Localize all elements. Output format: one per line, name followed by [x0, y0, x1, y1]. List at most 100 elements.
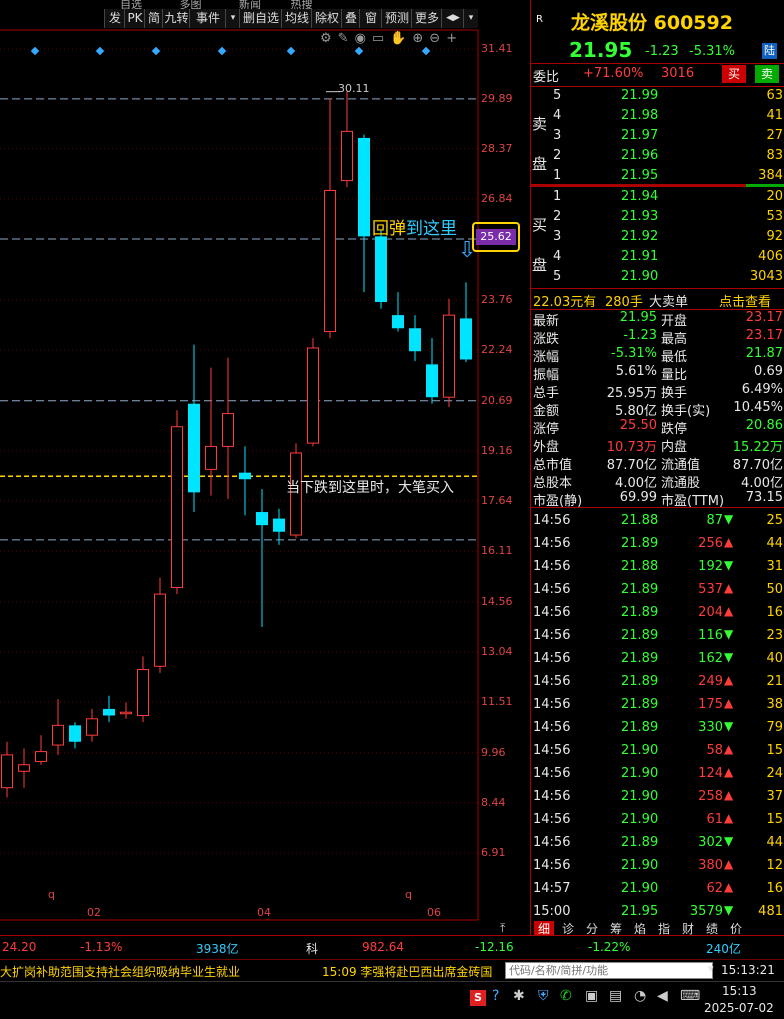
price-axis-label: 26.84 — [481, 191, 513, 205]
stat-label: 换手 — [661, 386, 688, 401]
sell-order-row[interactable]: 3 21.97 27 — [531, 126, 784, 146]
buy-order-row[interactable]: 2 21.93 53 — [531, 207, 784, 227]
buy-button[interactable]: 买 — [722, 65, 746, 83]
candle-body[interactable] — [375, 236, 387, 303]
tick-time: 14:57 — [533, 881, 571, 896]
candle-body[interactable] — [392, 315, 404, 329]
stat-row: 涨停 25.50 跌停 20.86 — [531, 418, 784, 437]
tick-price: 21.89 — [621, 536, 659, 551]
app-icon[interactable]: ▣ — [585, 988, 598, 1004]
order-volume: 27 — [766, 128, 783, 143]
news-item[interactable]: 大扩岗补助范围支持社会组织吸纳毕业生就业 — [0, 963, 240, 980]
sell-order-row[interactable]: 4 21.98 41 — [531, 106, 784, 126]
date-label: 04 — [257, 906, 271, 919]
candle-body[interactable] — [154, 593, 166, 667]
tick-row: 14:56 21.89 162 ▼ 40 — [531, 648, 784, 671]
scroll-top-icon[interactable]: ⤒ — [500, 921, 505, 935]
candle-body[interactable] — [35, 751, 47, 762]
candle-body[interactable] — [18, 764, 30, 772]
tick-time: 14:56 — [533, 812, 571, 827]
candle-body[interactable] — [52, 724, 64, 746]
stat-label: 涨停 — [533, 422, 560, 437]
news-item[interactable]: 15:09 李强将赴巴西出席金砖国 — [322, 963, 492, 980]
candle-body[interactable] — [103, 708, 115, 716]
event-marker[interactable] — [354, 46, 364, 56]
sell-order-row[interactable]: 5 21.99 63 — [531, 86, 784, 106]
candle-body[interactable] — [409, 328, 421, 352]
index-pct: -1.13% — [80, 940, 123, 954]
stat-value: 10.73万 — [606, 440, 657, 455]
buy-order-row[interactable]: 4 21.91 406 — [531, 247, 784, 267]
stat-value: 6.49% — [741, 382, 783, 397]
candle-body[interactable] — [222, 413, 234, 447]
stat-label: 流通股 — [661, 476, 701, 491]
event-marker[interactable] — [95, 46, 105, 56]
sell-order-row[interactable]: 1 21.95 384 — [531, 166, 784, 186]
buy-order-row[interactable]: 5 21.90 3043 — [531, 267, 784, 287]
candle-body[interactable] — [256, 512, 268, 526]
order-volume: 20 — [766, 189, 783, 204]
buy-order-row[interactable]: 3 21.92 92 — [531, 227, 784, 247]
big-order-view-link[interactable]: 点击查看 — [719, 291, 771, 310]
order-volume: 41 — [766, 108, 783, 123]
candle-body[interactable] — [86, 718, 98, 736]
dropdown-icon[interactable]: ▾ — [708, 962, 714, 975]
tick-price: 21.90 — [621, 766, 659, 781]
event-marker[interactable] — [217, 46, 227, 56]
candle-body[interactable] — [69, 725, 81, 742]
candle-body[interactable] — [188, 403, 200, 493]
help-icon[interactable]: ? — [492, 988, 499, 1004]
candle-body[interactable] — [239, 472, 251, 480]
sell-order-row[interactable]: 2 21.96 83 — [531, 146, 784, 166]
candle-body[interactable] — [171, 426, 183, 589]
weibi-ratio: +71.60% — [583, 66, 644, 81]
tick-count: 50 — [766, 582, 783, 597]
stat-value: 87.70亿 — [606, 458, 657, 473]
candle-body[interactable] — [1, 754, 13, 789]
volume-icon[interactable]: ◀ — [657, 988, 668, 1004]
candle-body[interactable] — [137, 669, 149, 716]
tick-volume: 124 — [698, 766, 723, 781]
bluetooth-icon[interactable]: ✱ — [513, 988, 525, 1004]
tick-volume: 537 — [698, 582, 723, 597]
buy-order-row[interactable]: 1 21.94 20 — [531, 187, 784, 207]
candle-body[interactable] — [358, 137, 370, 237]
shield-icon[interactable]: ⛨ — [538, 988, 549, 1004]
weibi-label: 委比 — [533, 70, 560, 85]
tick-count: 79 — [766, 720, 783, 735]
order-price: 21.92 — [621, 229, 659, 244]
kline-chart-area[interactable]: 自选 多图 新闻 热搜 发 PK 简 九转 事件 ▾ 删自选 均线 除权 叠 窗… — [0, 0, 529, 935]
candle-body[interactable] — [443, 314, 455, 398]
arrow-up-icon: ▲ — [724, 880, 734, 894]
stat-value: 21.95 — [619, 310, 657, 325]
candle-body[interactable] — [341, 130, 353, 182]
wechat-icon[interactable]: ✆ — [560, 988, 572, 1004]
arrow-up-icon: ▲ — [724, 811, 734, 825]
input-method-icon[interactable]: S — [470, 990, 486, 1006]
tick-volume: 302 — [698, 835, 723, 850]
candle-body[interactable] — [307, 347, 319, 444]
search-input[interactable] — [505, 962, 713, 979]
stat-row: 涨跌 -1.23 最高 23.17 — [531, 328, 784, 347]
tick-count: 16 — [766, 605, 783, 620]
tick-row: 14:56 21.89 204 ▲ 16 — [531, 602, 784, 625]
event-marker[interactable] — [151, 46, 161, 56]
candle-body[interactable] — [205, 445, 217, 470]
network-icon[interactable]: ▤ — [609, 988, 622, 1004]
candle-body[interactable] — [426, 364, 438, 398]
candle-body[interactable] — [273, 518, 285, 532]
event-marker[interactable] — [30, 46, 40, 56]
candle-body[interactable] — [120, 711, 132, 715]
keyboard-icon[interactable]: ⌨ — [680, 988, 700, 1004]
event-marker[interactable] — [421, 46, 431, 56]
arrow-down-icon: ⇩ — [458, 238, 477, 263]
sell-button[interactable]: 卖 — [755, 65, 779, 83]
wifi-icon[interactable]: ◔ — [634, 988, 646, 1004]
price-axis-label: 6.91 — [481, 846, 506, 859]
q-mark: q — [48, 888, 55, 901]
tick-row: 14:56 21.89 175 ▲ 38 — [531, 694, 784, 717]
candle-body[interactable] — [324, 189, 336, 333]
candle-body[interactable] — [460, 318, 472, 360]
price-axis-label: 29.89 — [481, 91, 513, 105]
event-marker[interactable] — [286, 46, 296, 56]
